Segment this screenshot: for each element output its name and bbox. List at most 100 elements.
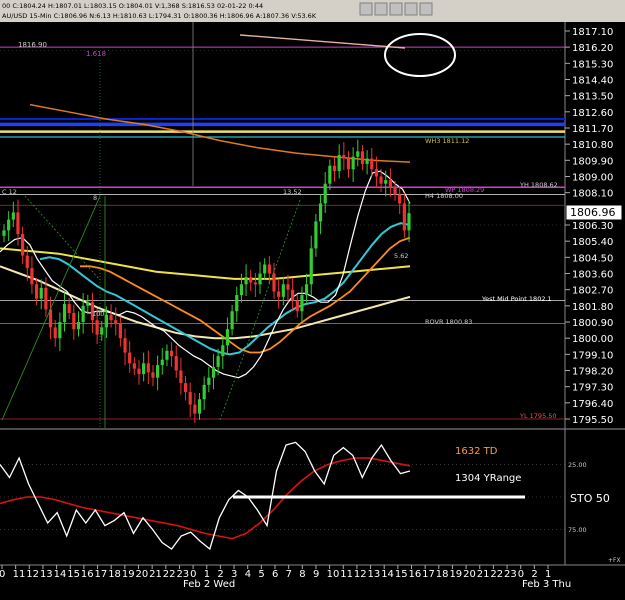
close-icon[interactable] [419, 2, 433, 16]
candle-body [156, 365, 160, 378]
time-tick-label: 5 [258, 569, 264, 580]
candle-body [342, 154, 346, 159]
sto-annotation: STO 50 [570, 492, 610, 505]
candle-body [169, 350, 174, 357]
candle-body [25, 255, 29, 269]
minimize-icon[interactable] [404, 2, 418, 16]
current-price-label: 1806.96 [570, 206, 616, 219]
candle-body [374, 169, 379, 177]
candle-body [11, 212, 15, 220]
time-tick-label: 16 [81, 569, 94, 580]
candle-body [309, 248, 313, 285]
time-tick-label: 17 [95, 569, 108, 580]
candle-body [267, 264, 271, 274]
candle-body [72, 313, 76, 330]
zoom-out-icon[interactable] [374, 2, 388, 16]
time-tick-label: 20 [463, 569, 476, 580]
level-label-h4: H4 1808.00 [425, 192, 463, 200]
settings-icon[interactable] [389, 2, 403, 16]
candle-body [370, 158, 374, 170]
price-tick-label: 1806.30 [572, 221, 613, 232]
level-label-wh3: WH3 1811.12 [425, 137, 469, 145]
candle-body [291, 289, 295, 301]
candle-body [179, 370, 183, 384]
price-tick-label: 1800.90 [572, 318, 613, 329]
candle-body [300, 295, 304, 312]
candle-body [137, 368, 141, 375]
toolbar-icons[interactable] [359, 2, 433, 16]
level-label-rovr: ROVR 1800.83 [425, 318, 472, 326]
candle-body [21, 233, 25, 256]
time-tick-label: 21 [149, 569, 162, 580]
candle-body [239, 284, 244, 296]
time-tick-label: 17 [422, 569, 435, 580]
time-tick-label: 11 [13, 569, 26, 580]
time-tick-label: 12 [354, 569, 367, 580]
time-tick-label: 9 [313, 569, 319, 580]
time-tick-label: 23 [504, 569, 517, 580]
candle-body [263, 264, 267, 274]
time-tick-label: 8 [299, 569, 305, 580]
candle-body [109, 314, 113, 321]
price-tick-label: 1805.40 [572, 237, 613, 248]
candle-body [314, 221, 318, 249]
time-tick-label: 0 [0, 569, 5, 580]
candle-body [118, 323, 122, 339]
candle-body [407, 213, 411, 231]
yrange-annotation: 1304 YRange [455, 473, 521, 484]
candle-body [114, 320, 118, 324]
zoom-in-icon[interactable] [359, 2, 373, 16]
candle-body [128, 352, 132, 364]
candle-body [230, 311, 234, 330]
level-label-mid: Yest Mid Point 1802.1 [481, 295, 552, 303]
candle-body [225, 329, 230, 346]
price-tick-label: 1809.90 [572, 156, 613, 167]
candle-body [318, 203, 323, 222]
candle-body [197, 399, 202, 414]
time-tick-label: 13 [368, 569, 381, 580]
header-info: 00 C:1804.24 H:1807.01 L:1803.15 O:1804.… [2, 2, 263, 10]
time-tick-label: 20 [136, 569, 149, 580]
time-tick-label: 4 [245, 569, 251, 580]
value-label-1352: 13.52 [283, 188, 302, 196]
value-label-562: 5.62 [394, 252, 408, 260]
time-tick-label: 14 [54, 569, 67, 580]
candle-body [188, 392, 192, 405]
candle-body [142, 363, 146, 375]
time-tick-label: 11 [340, 569, 353, 580]
time-tick-label: 14 [381, 569, 394, 580]
candle-body [304, 284, 309, 296]
candle-body [244, 277, 248, 285]
time-tick-label: 22 [163, 569, 176, 580]
candle-body [295, 300, 299, 312]
price-tick-label: 1802.70 [572, 286, 613, 297]
time-tick-label: 19 [449, 569, 462, 580]
candle-body [253, 282, 257, 285]
time-tick-label: 13 [40, 569, 53, 580]
candle-body [360, 151, 365, 164]
candle-body [332, 165, 337, 172]
candle-body [160, 359, 164, 366]
candle-body [7, 219, 11, 231]
candle-body [356, 151, 360, 157]
price-tick-label: 1803.60 [572, 270, 613, 281]
candle-body [388, 180, 392, 188]
price-axis: 1817.10 1816.20 1815.30 1814.40 1813.50 1812.… [565, 27, 613, 426]
candle-body [95, 320, 99, 335]
candle-body [211, 366, 216, 378]
candle-body [151, 372, 155, 378]
level-label-yl: YL 1795.50 [519, 412, 557, 420]
header-toolbar-text: AU/USD 15-Min C:1806.96 N:6.13 H:1810.63… [2, 12, 317, 20]
candle-body [58, 322, 62, 339]
candle-body [202, 384, 206, 400]
candle-body [44, 287, 48, 310]
candle-body [16, 212, 20, 234]
candle-body [393, 187, 397, 195]
candle-body [76, 322, 81, 330]
time-tick-label: 6 [272, 569, 278, 580]
candle-body [337, 154, 341, 172]
candle-body [146, 363, 150, 373]
candle-body [207, 377, 211, 385]
candle-body [216, 356, 220, 367]
candle-body [221, 345, 225, 357]
